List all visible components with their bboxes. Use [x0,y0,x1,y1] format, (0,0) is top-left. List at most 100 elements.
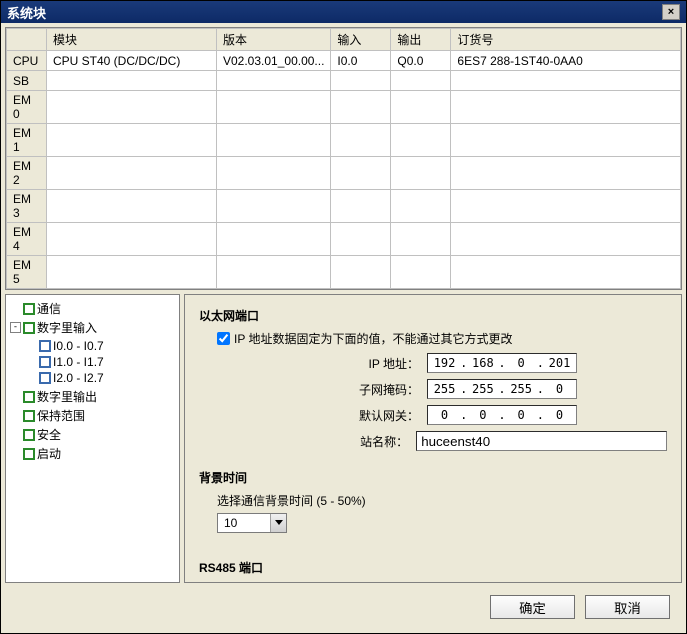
col-version[interactable]: 版本 [217,29,331,51]
col-input[interactable]: 输入 [331,29,391,51]
tree-node-din[interactable]: - 数字里输入 I0.0 - I0.7 I1.0 - I1.7 I2.0 - I… [10,318,177,387]
tree-panel: 通信 - 数字里输入 I0.0 - I0.7 I1.0 - I1.7 I2.0 … [5,294,180,583]
cell-output[interactable] [391,124,451,157]
col-order[interactable]: 订货号 [451,29,681,51]
lower-pane: 通信 - 数字里输入 I0.0 - I0.7 I1.0 - I1.7 I2.0 … [5,294,682,583]
cell-version[interactable] [217,124,331,157]
cell-module[interactable] [47,91,217,124]
rs485-section-title: RS485 端口 [199,559,667,576]
row-header: EM 2 [7,157,47,190]
cell-input[interactable] [331,91,391,124]
ip-address-input[interactable]: 192. 168. 0. 201 [427,353,577,373]
close-button[interactable]: × [662,4,680,20]
cell-module[interactable] [47,223,217,256]
col-blank[interactable] [7,29,47,51]
cell-input[interactable]: I0.0 [331,51,391,71]
cancel-button[interactable]: 取消 [585,595,670,619]
cell-module[interactable] [47,157,217,190]
cell-input[interactable] [331,190,391,223]
ip-fixed-label: IP 地址数据固定为下面的值，不能通过其它方式更改 [234,330,512,347]
cell-version[interactable]: V02.03.01_00.00... [217,51,331,71]
cell-version[interactable] [217,71,331,91]
table-row[interactable]: EM 3 [7,190,681,223]
subnet-mask-label: 子网掩码： [319,381,419,398]
cell-output[interactable]: Q0.0 [391,51,451,71]
row-header: EM 3 [7,190,47,223]
node-icon [39,340,51,352]
cell-module[interactable] [47,124,217,157]
table-row[interactable]: EM 2 [7,157,681,190]
tree-node-di1[interactable]: I1.0 - I1.7 [26,354,177,370]
config-tree: 通信 - 数字里输入 I0.0 - I0.7 I1.0 - I1.7 I2.0 … [8,299,177,463]
cell-input[interactable] [331,157,391,190]
cell-order[interactable] [451,71,681,91]
row-header: EM 4 [7,223,47,256]
tree-node-di2[interactable]: I2.0 - I2.7 [26,370,177,386]
cell-input[interactable] [331,124,391,157]
cell-version[interactable] [217,157,331,190]
node-icon [23,429,35,441]
background-time-select[interactable]: 10 [217,513,287,533]
tree-label: I0.0 - I0.7 [53,339,104,353]
col-module[interactable]: 模块 [47,29,217,51]
content-area: 模块 版本 输入 输出 订货号 CPUCPU ST40 (DC/DC/DC)V0… [1,23,686,633]
table-row[interactable]: SB [7,71,681,91]
cell-module[interactable]: CPU ST40 (DC/DC/DC) [47,51,217,71]
chevron-down-icon[interactable] [270,514,286,532]
ethernet-section-title: 以太网端口 [199,307,667,324]
system-block-window: 系统块 × 模块 版本 输入 输出 订货号 CPUCPU ST40 (DC/DC… [0,0,687,634]
cell-module[interactable] [47,190,217,223]
tree-label: I2.0 - I2.7 [53,371,104,385]
table-row[interactable]: EM 1 [7,124,681,157]
cell-order[interactable] [451,256,681,289]
table-row[interactable]: CPUCPU ST40 (DC/DC/DC)V02.03.01_00.00...… [7,51,681,71]
cell-order[interactable] [451,124,681,157]
node-icon [23,303,35,315]
tree-node-dout[interactable]: 数字里输出 [10,387,177,406]
node-icon [23,391,35,403]
expand-toggle[interactable]: - [10,322,21,333]
tree-node-security[interactable]: 安全 [10,425,177,444]
cell-output[interactable] [391,256,451,289]
cell-order[interactable] [451,223,681,256]
cell-order[interactable] [451,157,681,190]
ip-fixed-checkbox[interactable] [217,332,230,345]
cell-output[interactable] [391,157,451,190]
cell-input[interactable] [331,71,391,91]
cell-version[interactable] [217,190,331,223]
table-row[interactable]: EM 4 [7,223,681,256]
cell-output[interactable] [391,223,451,256]
table-row[interactable]: EM 5 [7,256,681,289]
cell-module[interactable] [47,71,217,91]
tree-node-comm[interactable]: 通信 [10,299,177,318]
background-desc: 选择通信背景时间 (5 - 50%) [217,492,667,509]
tree-node-retain[interactable]: 保持范围 [10,406,177,425]
table-row[interactable]: EM 0 [7,91,681,124]
tree-node-di0[interactable]: I0.0 - I0.7 [26,338,177,354]
cell-output[interactable] [391,71,451,91]
node-icon [39,356,51,368]
cell-input[interactable] [331,223,391,256]
cell-output[interactable] [391,91,451,124]
cell-version[interactable] [217,256,331,289]
node-icon [23,448,35,460]
cell-order[interactable] [451,190,681,223]
tree-node-startup[interactable]: 启动 [10,444,177,463]
cell-version[interactable] [217,223,331,256]
rs485-desc: 通过 RS485 设置可调整 PLC 和 HMI 设备用来通信的通信参数 [217,582,667,583]
ok-button[interactable]: 确定 [490,595,575,619]
module-table: 模块 版本 输入 输出 订货号 CPUCPU ST40 (DC/DC/DC)V0… [5,27,682,290]
tree-label: 启动 [37,445,61,462]
cell-order[interactable] [451,91,681,124]
titlebar[interactable]: 系统块 × [1,1,686,23]
gateway-input[interactable]: 0. 0. 0. 0 [427,405,577,425]
cell-output[interactable] [391,190,451,223]
cell-module[interactable] [47,256,217,289]
col-output[interactable]: 输出 [391,29,451,51]
subnet-mask-input[interactable]: 255. 255. 255. 0 [427,379,577,399]
cell-order[interactable]: 6ES7 288-1ST40-0AA0 [451,51,681,71]
cell-version[interactable] [217,91,331,124]
dialog-footer: 确定 取消 [5,587,682,629]
cell-input[interactable] [331,256,391,289]
station-name-input[interactable] [416,431,667,451]
